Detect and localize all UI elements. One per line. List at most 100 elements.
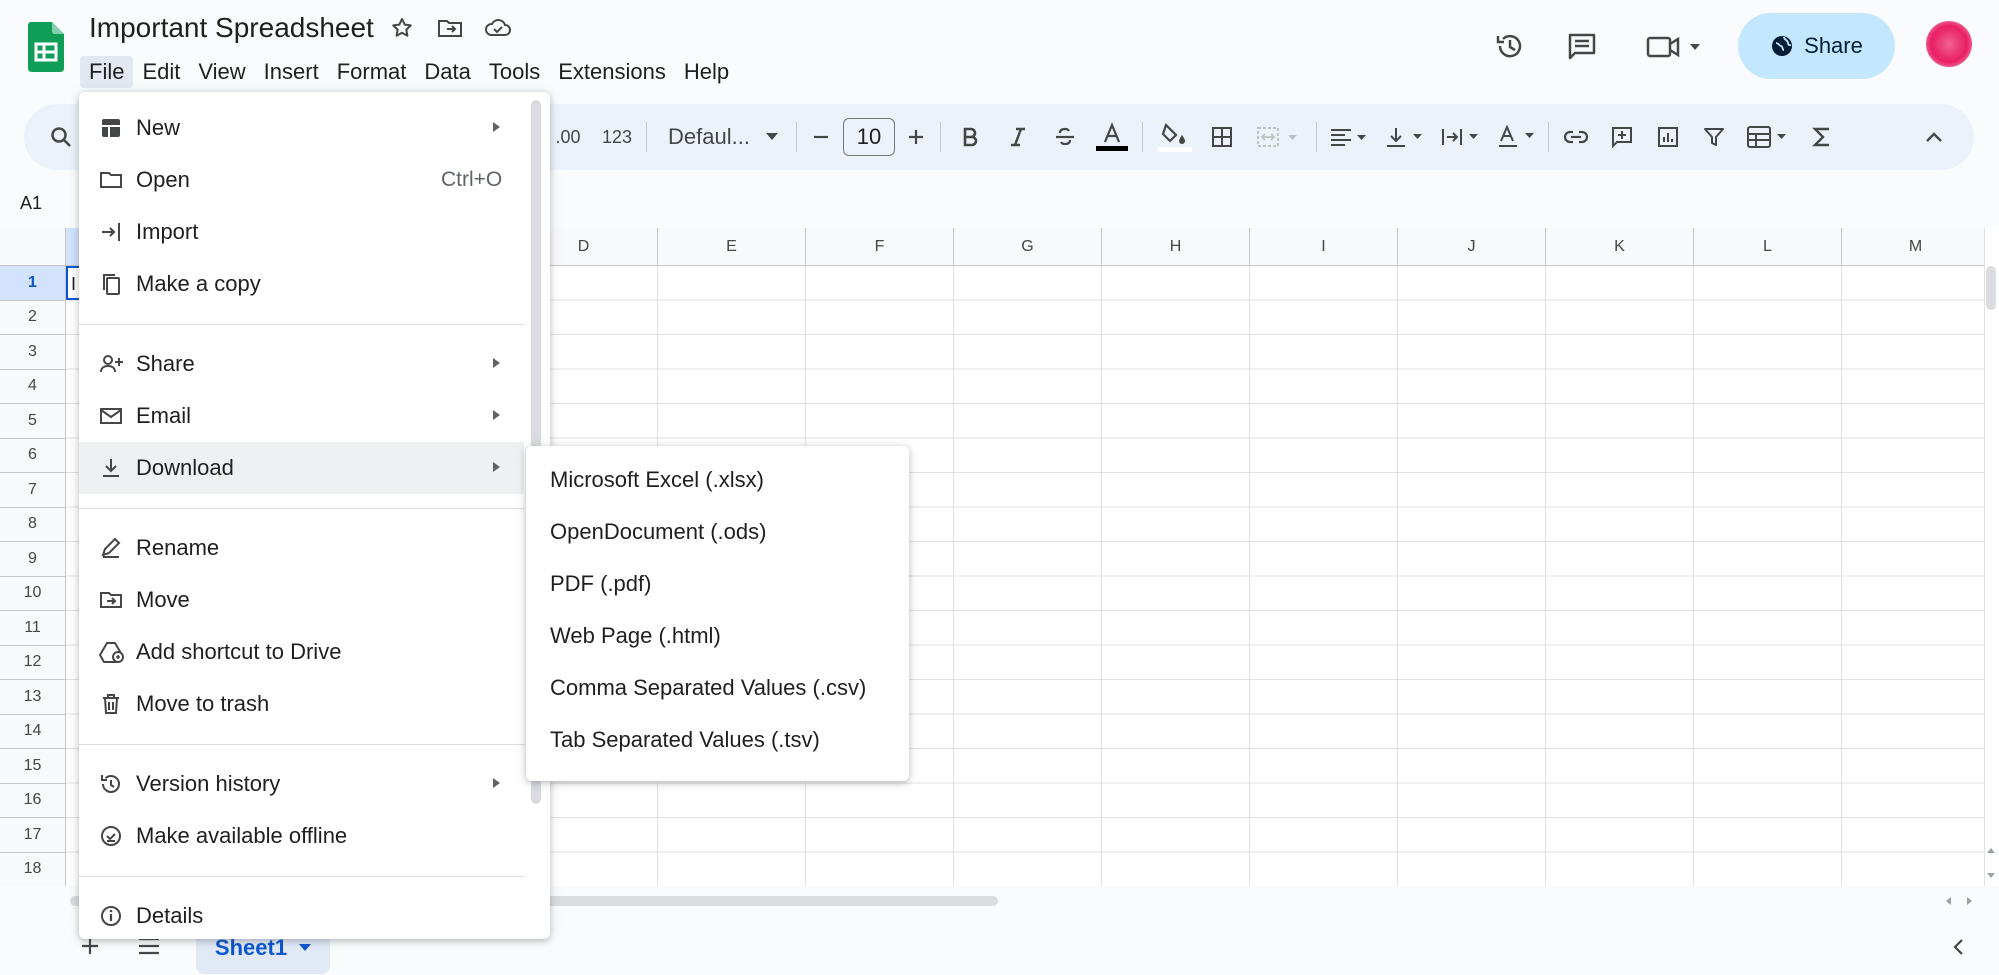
menu-insert[interactable]: Insert (255, 56, 328, 88)
file-menu-item-move[interactable]: Move (79, 574, 524, 626)
file-menu-item-version-history[interactable]: Version history (79, 758, 524, 810)
horizontal-align-icon[interactable] (1324, 104, 1374, 170)
move-folder-icon[interactable] (437, 16, 463, 40)
vertical-scrollbar-thumb[interactable] (1986, 266, 1996, 310)
file-menu-item-new[interactable]: New (79, 102, 524, 154)
row-header-14[interactable]: 14 (0, 714, 66, 749)
filter-icon[interactable] (1694, 104, 1734, 170)
row-header-1[interactable]: 1 (0, 266, 66, 301)
menu-file[interactable]: File (80, 56, 134, 88)
insert-chart-icon[interactable] (1648, 104, 1688, 170)
bold-icon[interactable] (950, 104, 990, 170)
column-header-m[interactable]: M (1842, 228, 1984, 266)
search-menus-icon[interactable] (46, 104, 76, 170)
download-option-tab-separated-values-tsv[interactable]: Tab Separated Values (.tsv) (526, 714, 909, 766)
scroll-up-arrow-icon[interactable] (1986, 846, 1996, 854)
side-panel-chevron-left-icon[interactable] (1952, 938, 1964, 956)
column-header-j[interactable]: J (1398, 228, 1546, 266)
merge-cells-icon[interactable] (1248, 104, 1308, 170)
document-title[interactable]: Important Spreadsheet (89, 12, 374, 44)
file-menu-item-details[interactable]: Details (79, 890, 524, 939)
row-header-12[interactable]: 12 (0, 645, 66, 680)
file-menu-item-make-a-copy[interactable]: Make a copy (79, 258, 524, 310)
scroll-right-arrow-icon[interactable] (1966, 896, 1974, 906)
vertical-scrollbar[interactable] (1984, 228, 1999, 886)
name-box[interactable]: A1 (20, 193, 42, 214)
comments-icon[interactable] (1566, 31, 1598, 63)
menu-help[interactable]: Help (675, 56, 738, 88)
select-all-corner[interactable] (0, 228, 66, 266)
download-option-pdf-pdf[interactable]: PDF (.pdf) (526, 558, 909, 610)
row-header-11[interactable]: 11 (0, 611, 66, 646)
font-size-increase-icon[interactable] (899, 104, 933, 170)
decimal-increase-button[interactable]: .00 (548, 104, 588, 170)
menu-tools[interactable]: Tools (480, 56, 549, 88)
vertical-align-icon[interactable] (1380, 104, 1430, 170)
file-menu-item-download[interactable]: Download (79, 442, 524, 494)
row-header-15[interactable]: 15 (0, 749, 66, 784)
row-header-13[interactable]: 13 (0, 680, 66, 715)
row-header-9[interactable]: 9 (0, 542, 66, 577)
share-button[interactable]: Share (1738, 13, 1895, 79)
column-header-g[interactable]: G (954, 228, 1102, 266)
download-option-microsoft-excel-xlsx[interactable]: Microsoft Excel (.xlsx) (526, 454, 909, 506)
row-header-8[interactable]: 8 (0, 507, 66, 542)
font-size-decrease-icon[interactable] (804, 104, 838, 170)
menu-edit[interactable]: Edit (133, 56, 189, 88)
download-option-web-page-html[interactable]: Web Page (.html) (526, 610, 909, 662)
row-header-16[interactable]: 16 (0, 783, 66, 818)
text-color-icon[interactable] (1090, 104, 1134, 170)
insert-link-icon[interactable] (1556, 104, 1596, 170)
row-header-7[interactable]: 7 (0, 473, 66, 508)
hide-menus-chevron-up-icon[interactable] (1914, 104, 1954, 170)
functions-icon[interactable] (1802, 104, 1842, 170)
row-header-5[interactable]: 5 (0, 404, 66, 439)
download-option-comma-separated-values-csv[interactable]: Comma Separated Values (.csv) (526, 662, 909, 714)
row-header-2[interactable]: 2 (0, 300, 66, 335)
all-sheets-menu-icon[interactable] (138, 937, 160, 955)
scroll-left-arrow-icon[interactable] (1944, 896, 1952, 906)
star-icon[interactable] (390, 16, 414, 40)
cloud-saved-icon[interactable] (484, 16, 512, 40)
file-menu-item-move-to-trash[interactable]: Move to trash (79, 678, 524, 730)
menu-extensions[interactable]: Extensions (549, 56, 675, 88)
row-header-6[interactable]: 6 (0, 438, 66, 473)
row-header-10[interactable]: 10 (0, 576, 66, 611)
italic-icon[interactable] (998, 104, 1038, 170)
scroll-down-arrow-icon[interactable] (1986, 872, 1996, 880)
file-menu-item-make-available-offline[interactable]: Make available offline (79, 810, 524, 862)
menu-data[interactable]: Data (415, 56, 479, 88)
row-header-4[interactable]: 4 (0, 369, 66, 404)
borders-icon[interactable] (1202, 104, 1242, 170)
column-header-f[interactable]: F (806, 228, 954, 266)
column-header-l[interactable]: L (1694, 228, 1842, 266)
row-header-17[interactable]: 17 (0, 818, 66, 853)
row-header-18[interactable]: 18 (0, 852, 66, 886)
file-menu-item-import[interactable]: Import (79, 206, 524, 258)
font-select[interactable]: Defaul... (664, 117, 810, 157)
file-menu-item-email[interactable]: Email (79, 390, 524, 442)
row-header-3[interactable]: 3 (0, 335, 66, 370)
add-sheet-icon[interactable] (80, 936, 100, 956)
text-rotation-icon[interactable] (1492, 104, 1542, 170)
font-size-input[interactable]: 10 (843, 118, 895, 156)
menu-view[interactable]: View (189, 56, 254, 88)
sheets-logo-icon[interactable] (28, 22, 64, 72)
version-history-icon[interactable] (1494, 30, 1526, 62)
file-menu-item-rename[interactable]: Rename (79, 522, 524, 574)
file-menu-item-open[interactable]: Open Ctrl+O (79, 154, 524, 206)
column-header-e[interactable]: E (658, 228, 806, 266)
download-option-opendocument-ods[interactable]: OpenDocument (.ods) (526, 506, 909, 558)
fill-color-icon[interactable] (1152, 104, 1198, 170)
number-format-button[interactable]: 123 (594, 104, 640, 170)
avatar[interactable] (1926, 21, 1972, 67)
menu-format[interactable]: Format (328, 56, 416, 88)
meet-video-icon[interactable] (1646, 33, 1704, 61)
strikethrough-icon[interactable] (1044, 104, 1086, 170)
file-menu-item-share[interactable]: Share (79, 338, 524, 390)
column-header-i[interactable]: I (1250, 228, 1398, 266)
file-menu-item-add-shortcut-to-drive[interactable]: Add shortcut to Drive (79, 626, 524, 678)
column-header-h[interactable]: H (1102, 228, 1250, 266)
insert-comment-icon[interactable] (1602, 104, 1642, 170)
sheet-tab-dropdown-icon[interactable] (299, 944, 312, 952)
